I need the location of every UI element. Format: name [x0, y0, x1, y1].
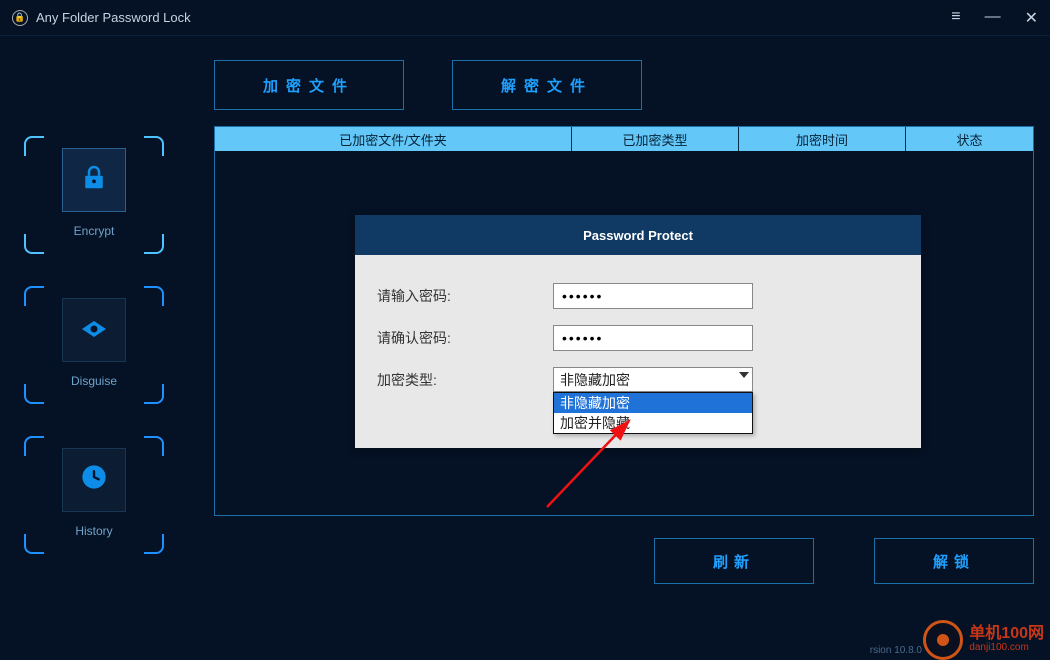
dialog-title: Password Protect: [355, 215, 921, 255]
sidebar-item-encrypt[interactable]: Encrypt: [24, 136, 164, 254]
type-label: 加密类型:: [373, 370, 553, 390]
sidebar-inner: [62, 298, 126, 362]
sidebar-item-label: Disguise: [71, 374, 117, 388]
dialog-body: 请输入密码: 请确认密码: 加密类型: 非隐藏加密: [355, 255, 921, 448]
password-input[interactable]: [553, 283, 753, 309]
watermark-logo-icon: [923, 620, 963, 660]
watermark: 单机100网 danji100.com: [923, 620, 1050, 660]
column-header-file[interactable]: 已加密文件/文件夹: [215, 127, 572, 151]
app-title: Any Folder Password Lock: [36, 10, 951, 25]
dropdown-option[interactable]: 加密并隐藏: [554, 413, 752, 433]
column-header-type[interactable]: 已加密类型: [572, 127, 739, 151]
confirm-label: 请确认密码:: [373, 328, 553, 348]
padlock-icon: [79, 162, 109, 199]
version-text: rsion 10.8.0: [870, 645, 922, 656]
dropdown-option[interactable]: 非隐藏加密: [554, 393, 752, 413]
sidebar-inner: [62, 448, 126, 512]
clock-icon: [80, 463, 108, 498]
watermark-text: 单机100网 danji100.com: [969, 626, 1050, 653]
unlock-button[interactable]: 解锁: [874, 538, 1034, 584]
chevron-down-icon: [739, 372, 749, 378]
column-header-status[interactable]: 状态: [906, 127, 1033, 151]
type-dropdown: 非隐藏加密 加密并隐藏: [553, 392, 753, 434]
sidebar-item-disguise[interactable]: Disguise: [24, 286, 164, 404]
table-header: 已加密文件/文件夹 已加密类型 加密时间 状态: [215, 127, 1033, 151]
top-buttons: 加密文件 解密文件: [214, 60, 1040, 110]
menu-icon[interactable]: ≡: [951, 8, 960, 28]
password-label: 请输入密码:: [373, 286, 553, 306]
encrypt-file-button[interactable]: 加密文件: [214, 60, 404, 110]
type-selected-value: 非隐藏加密: [560, 370, 630, 390]
table-area: 已加密文件/文件夹 已加密类型 加密时间 状态 Password Protect…: [214, 126, 1034, 516]
sidebar-item-history[interactable]: History: [24, 436, 164, 554]
disguise-icon: [80, 314, 108, 346]
decrypt-file-button[interactable]: 解密文件: [452, 60, 642, 110]
sidebar-inner: [62, 148, 126, 212]
confirm-row: 请确认密码:: [373, 325, 903, 351]
sidebar-item-label: History: [75, 524, 112, 538]
sidebar-item-label: Encrypt: [74, 224, 115, 238]
watermark-url: danji100.com: [969, 643, 1044, 654]
lock-icon: 🔒: [12, 10, 28, 26]
type-select-wrap: 非隐藏加密 非隐藏加密 加密并隐藏: [553, 367, 753, 392]
watermark-title: 单机100网: [969, 626, 1044, 643]
bottom-buttons: 刷新 解锁: [214, 538, 1034, 584]
refresh-button[interactable]: 刷新: [654, 538, 814, 584]
password-row: 请输入密码:: [373, 283, 903, 309]
titlebar: 🔒 Any Folder Password Lock ≡ — ✕: [0, 0, 1050, 36]
window-controls: ≡ — ✕: [951, 8, 1038, 28]
type-row: 加密类型: 非隐藏加密 非隐藏加密 加密并隐藏: [373, 367, 903, 392]
column-header-time[interactable]: 加密时间: [739, 127, 906, 151]
type-select[interactable]: 非隐藏加密: [553, 367, 753, 392]
minimize-icon[interactable]: —: [985, 8, 1001, 28]
close-icon[interactable]: ✕: [1025, 8, 1038, 28]
password-dialog: Password Protect 请输入密码: 请确认密码: 加密类型:: [355, 215, 921, 448]
sidebar: Encrypt Disguise History: [0, 36, 190, 660]
main-area: 加密文件 解密文件 已加密文件/文件夹 已加密类型 加密时间 状态 Passwo…: [190, 36, 1050, 660]
